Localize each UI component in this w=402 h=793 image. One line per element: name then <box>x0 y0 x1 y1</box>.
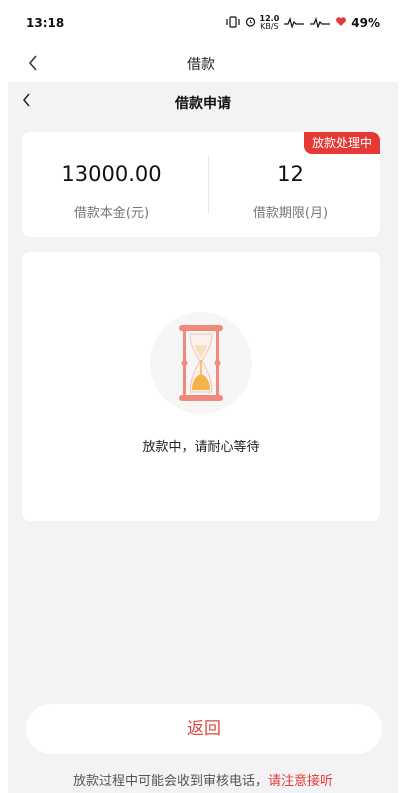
notice-highlight: 请注意接听 <box>268 774 334 789</box>
outer-nav-bar: 借款 <box>0 44 402 82</box>
principal-label: 借款本金(元) <box>73 206 150 221</box>
vibrate-icon <box>225 15 241 31</box>
term-section: 12 借款期限(月) <box>201 132 380 237</box>
principal-value: 13000.00 <box>61 162 162 186</box>
battery-percentage: 49% <box>351 16 380 30</box>
signal-icon <box>283 16 305 31</box>
battery-heart-icon <box>335 16 347 30</box>
status-time: 13:18 <box>26 16 65 30</box>
signal-icon-2 <box>309 16 331 31</box>
principal-section: 13000.00 借款本金(元) <box>22 132 201 237</box>
term-value: 12 <box>277 162 304 186</box>
term-label: 借款期限(月) <box>252 206 329 221</box>
status-icons: 12.0 KB/S 49% <box>225 14 380 32</box>
page-title: 借款申请 <box>175 96 231 112</box>
return-button[interactable]: 返回 <box>26 704 382 754</box>
network-speed: 12.0 KB/S <box>260 15 280 31</box>
status-bar: 13:18 12.0 KB/S 49% <box>0 0 402 44</box>
waiting-card: 放款中，请耐心等待 <box>22 252 380 521</box>
waiting-message: 放款中，请耐心等待 <box>142 440 260 455</box>
network-speed-unit: KB/S <box>260 22 279 31</box>
inner-nav-bar: 借款申请 <box>8 82 398 122</box>
call-notice: 放款过程中可能会收到审核电话，请注意接听 <box>8 770 398 789</box>
outer-page-title: 借款 <box>187 57 215 73</box>
alarm-icon <box>245 16 256 30</box>
main-content: 借款申请 放款处理中 13000.00 借款本金(元) 12 借款期限(月) 放… <box>8 82 398 793</box>
hourglass-icon <box>150 312 252 414</box>
loan-summary-card: 放款处理中 13000.00 借款本金(元) 12 借款期限(月) <box>22 132 380 237</box>
notice-text: 放款过程中可能会收到审核电话， <box>72 774 268 789</box>
